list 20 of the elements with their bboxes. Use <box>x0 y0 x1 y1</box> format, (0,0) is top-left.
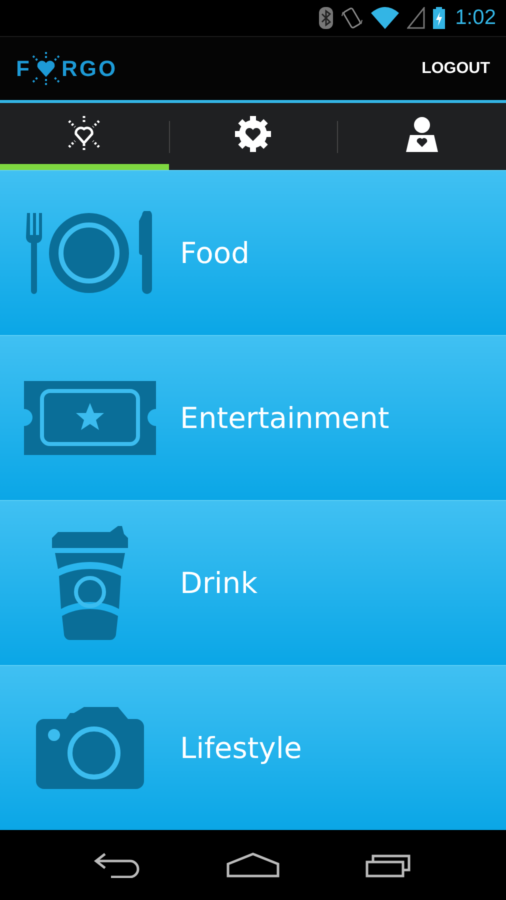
person-heart-icon <box>404 116 440 152</box>
category-item[interactable]: Food <box>0 170 506 335</box>
logout-button[interactable]: LOGOUT <box>418 56 494 82</box>
coffee-cup-icon <box>52 524 128 642</box>
sun-heart-icon <box>66 116 102 152</box>
back-icon[interactable] <box>92 852 141 878</box>
category-item[interactable]: Drink <box>0 500 506 665</box>
clock: 1:02 <box>455 6 496 30</box>
logo-text: F <box>16 56 32 82</box>
logo-text: RGO <box>61 56 118 82</box>
wifi-icon <box>371 7 400 29</box>
category-item[interactable]: Entertainment <box>0 335 506 500</box>
camera-icon <box>36 707 144 789</box>
home-icon[interactable] <box>226 852 280 878</box>
category-item[interactable]: Lifestyle <box>0 665 506 830</box>
bluetooth-icon <box>319 7 334 29</box>
signal-icon <box>407 7 426 29</box>
heart-logo-icon <box>31 52 62 86</box>
vibrate-icon <box>341 6 364 30</box>
gear-heart-icon <box>235 116 271 152</box>
